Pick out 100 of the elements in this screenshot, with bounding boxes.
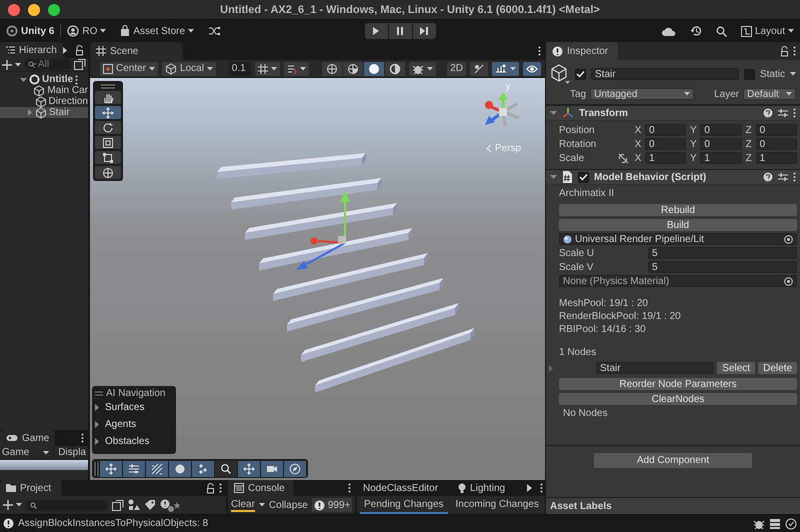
vector-field[interactable]: 0	[756, 138, 797, 150]
overlay-tool-button[interactable]	[238, 460, 260, 476]
collapse-arrow-icon[interactable]	[20, 78, 27, 82]
navigation-item[interactable]: Surfaces	[95, 399, 144, 416]
tag-dropdown[interactable]: Untagged	[590, 88, 694, 100]
overlay-tool-button[interactable]	[100, 460, 122, 476]
drag-handle-icon[interactable]	[101, 84, 115, 88]
space-dropdown[interactable]: Local	[162, 62, 216, 76]
search-icon[interactable]	[716, 26, 727, 36]
static-checkbox[interactable]	[744, 68, 755, 80]
axis-gizmo-drawing[interactable]	[485, 92, 520, 128]
account-button[interactable]: RO	[67, 25, 106, 37]
broken-link-icon[interactable]	[618, 152, 629, 164]
overlay-tool-button[interactable]	[215, 460, 237, 476]
component-enabled-checkbox[interactable]	[578, 172, 589, 182]
check-circle-icon[interactable]	[785, 518, 797, 530]
action-button[interactable]: Rebuild	[559, 204, 797, 216]
plus-icon[interactable]	[2, 60, 12, 70]
navigation-item[interactable]: Obstacles	[95, 433, 150, 450]
draw-mode-button[interactable]	[384, 62, 405, 76]
expand-arrow-icon[interactable]	[28, 109, 32, 116]
lighting-toggle[interactable]	[470, 62, 488, 76]
inspector-tab[interactable]: Inspector	[546, 42, 618, 60]
minimize-button[interactable]	[28, 4, 40, 16]
collapse-button[interactable]: Collapse	[268, 500, 308, 510]
grid-snap-button[interactable]	[255, 62, 280, 76]
vector-field[interactable]: 1	[700, 152, 742, 164]
cloud-icon[interactable]	[662, 26, 676, 36]
game-tab[interactable]: Game	[0, 430, 56, 446]
changes-view-tab[interactable]: Incoming Changes	[452, 496, 543, 514]
snap-field[interactable]: 0.1	[228, 62, 252, 76]
node-action-button[interactable]: Select	[717, 362, 756, 374]
vector-field[interactable]: 0	[645, 138, 686, 150]
add-button[interactable]	[2, 60, 21, 70]
object-field[interactable]: None (Physics Material)	[559, 275, 797, 287]
zoom-button[interactable]	[48, 4, 60, 16]
tab-arrow-icon[interactable]	[62, 46, 67, 54]
node-name-field[interactable]: Stair	[596, 362, 714, 374]
active-checkbox[interactable]	[575, 68, 586, 80]
more-icon[interactable]	[538, 46, 541, 56]
add-button[interactable]	[3, 500, 22, 510]
plus-icon[interactable]	[3, 500, 13, 510]
bug-icon[interactable]	[753, 518, 765, 530]
step-button[interactable]	[412, 23, 436, 39]
draw-mode-button[interactable]	[342, 62, 363, 76]
hierarchy-item[interactable]: Untitle	[0, 74, 88, 85]
drag-handle-icon[interactable]	[95, 391, 103, 396]
lock-icon[interactable]	[780, 46, 789, 56]
gizmos-toggle[interactable]	[492, 62, 519, 76]
more-icon[interactable]	[793, 172, 796, 182]
node-expand-arrow-icon[interactable]	[549, 364, 553, 372]
panel-tab[interactable]: Lighting	[452, 480, 512, 496]
more-icon[interactable]	[81, 433, 84, 443]
object-name-field[interactable]: Stair	[591, 68, 739, 80]
effects-button[interactable]	[408, 62, 436, 76]
expand-arrow-icon[interactable]	[95, 404, 99, 411]
view-tool-button[interactable]	[95, 91, 121, 104]
project-tab[interactable]: Project	[0, 480, 62, 496]
presets-icon[interactable]	[778, 108, 788, 118]
asset-store-button[interactable]: Asset Store	[120, 25, 194, 37]
increment-snap-button[interactable]	[284, 62, 310, 76]
vector-field[interactable]: 0	[756, 124, 797, 136]
hierarchy-item[interactable]: Main Car	[0, 85, 88, 96]
action-button[interactable]: Reorder Node Parameters	[559, 378, 797, 390]
pivot-dropdown[interactable]: Center	[100, 62, 158, 76]
search-field[interactable]	[26, 500, 108, 510]
vector-field[interactable]: 0	[645, 124, 686, 136]
material-field[interactable]: Universal Render Pipeline/Lit	[559, 233, 797, 245]
number-field[interactable]: 5	[648, 247, 797, 259]
rect-tool-button[interactable]	[95, 151, 121, 164]
filter-shapes-icon[interactable]	[128, 499, 140, 511]
rotate-tool-button[interactable]	[95, 121, 121, 134]
pause-button[interactable]	[388, 23, 412, 39]
alert-star-icon[interactable]	[160, 498, 181, 512]
overlay-tool-button[interactable]	[169, 460, 191, 476]
expand-arrow-icon[interactable]	[95, 438, 99, 445]
asset-labels-header[interactable]: Asset Labels	[546, 497, 800, 514]
more-tabs-icon[interactable]	[527, 484, 532, 492]
more-icon[interactable]	[348, 483, 351, 493]
help-icon[interactable]	[763, 172, 773, 182]
tag-icon[interactable]	[144, 499, 156, 511]
overlay-tool-button[interactable]	[261, 460, 283, 476]
object-picker-icon[interactable]	[784, 276, 793, 286]
hierarchy-item[interactable]: Direction	[0, 96, 88, 107]
scale-tool-button[interactable]	[95, 136, 121, 149]
overlay-tool-button[interactable]	[146, 460, 168, 476]
panel-tab[interactable]: NodeClassEditor	[357, 480, 444, 496]
action-button[interactable]: Build	[559, 219, 797, 231]
vector-field[interactable]: 0	[700, 138, 742, 150]
expand-arrow-icon[interactable]	[95, 421, 99, 428]
draw-mode-button[interactable]	[364, 62, 384, 76]
2d-toggle[interactable]: 2D	[447, 62, 466, 76]
presets-icon[interactable]	[778, 172, 788, 182]
display-mode-dropdown[interactable]: Game	[2, 447, 54, 458]
clear-button[interactable]: Clear	[231, 498, 255, 512]
more-icon[interactable]	[219, 483, 222, 493]
node-action-button[interactable]: Delete	[758, 362, 797, 374]
scene-tab[interactable]: Scene	[90, 42, 183, 60]
draw-mode-button[interactable]	[322, 62, 342, 76]
layout-button[interactable]: Layout	[740, 26, 794, 36]
